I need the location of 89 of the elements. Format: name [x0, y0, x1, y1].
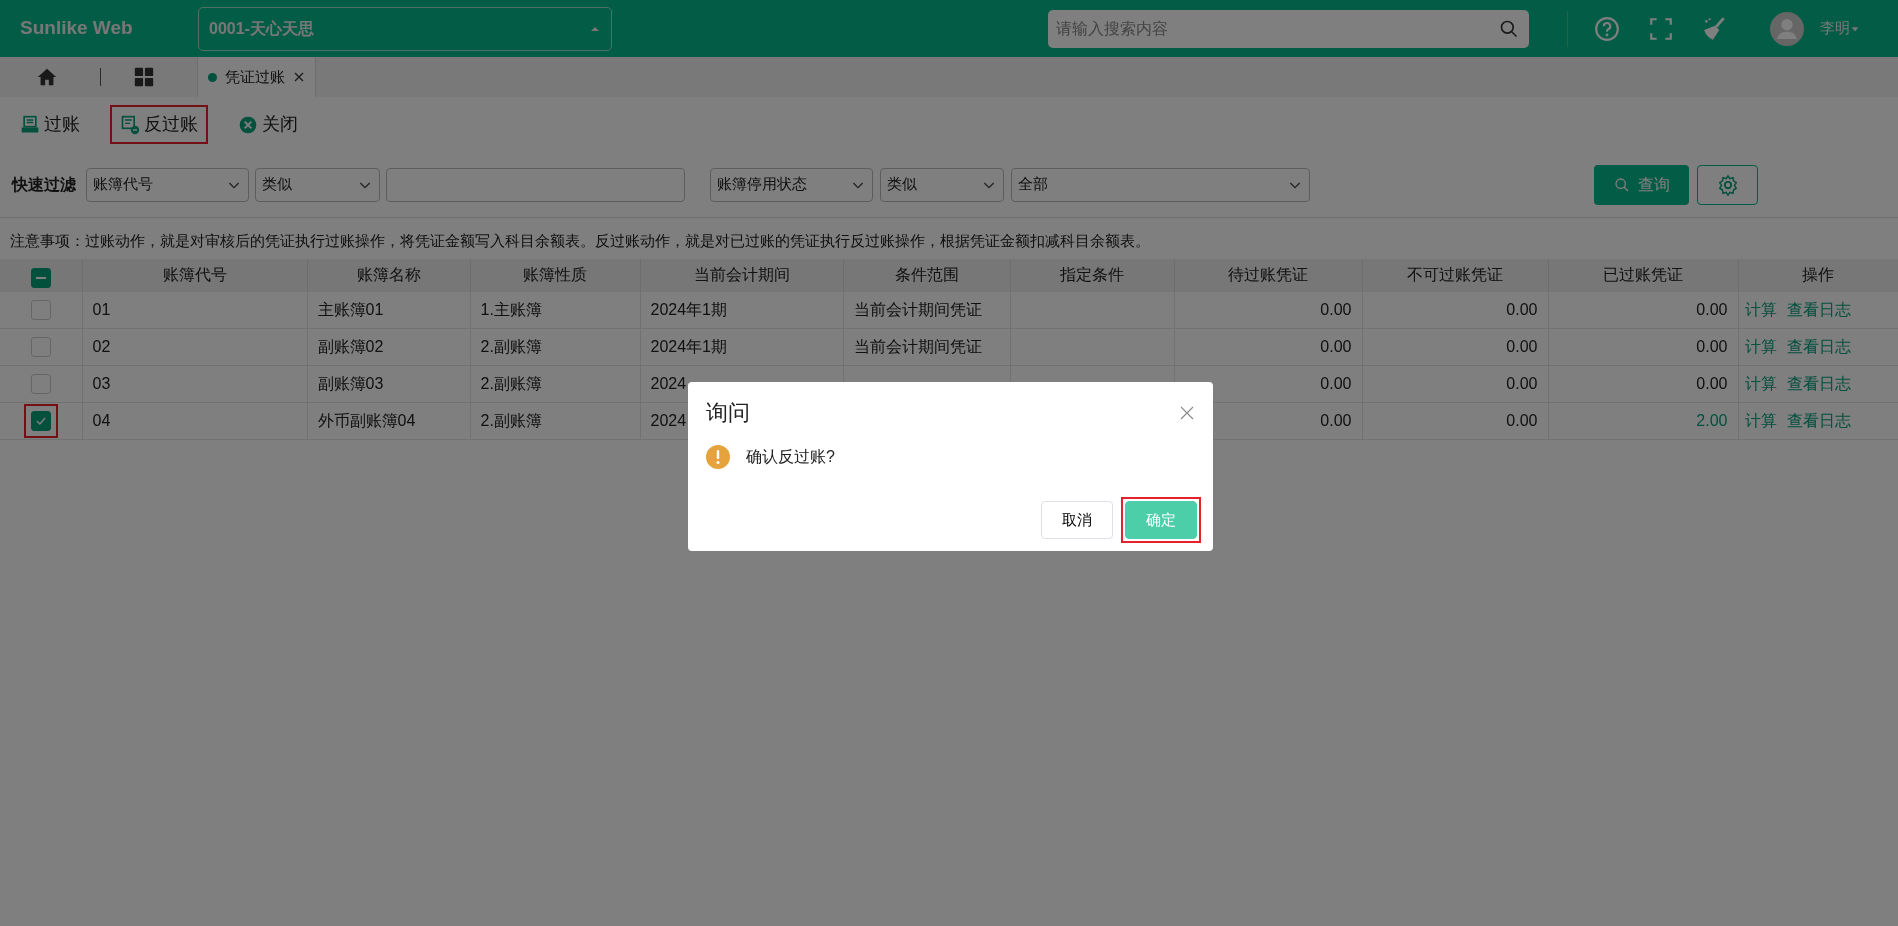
avatar-icon[interactable]: [1770, 11, 1804, 46]
table-cell: 0.00: [1320, 375, 1352, 392]
action-link[interactable]: 计算: [1744, 375, 1777, 392]
action-link[interactable]: 计算: [1744, 412, 1777, 429]
close-icon[interactable]: [1179, 404, 1195, 421]
table-cell: 1.主账簿: [480, 300, 542, 318]
table-cell: 0.00: [1696, 300, 1728, 318]
document-icon: [20, 114, 40, 135]
close-icon: [238, 114, 258, 135]
select-field[interactable]: 类似: [255, 167, 380, 202]
settings-icon: [1716, 173, 1739, 196]
column-header: 已过账凭证: [1603, 266, 1683, 283]
select-field[interactable]: 全部: [1011, 167, 1310, 202]
select-field[interactable]: 账簿停用状态: [710, 167, 873, 202]
table-cell: 2.00: [1696, 412, 1728, 429]
company-select[interactable]: 0001-天心天思: [198, 6, 612, 51]
dialog-message: 确认反过账?: [746, 447, 835, 467]
action-link[interactable]: 查看日志: [1786, 375, 1851, 392]
table-cell: 2024年1期: [650, 300, 727, 318]
table-cell: 当前会计期间凭证: [853, 300, 982, 318]
column-header: 待过账凭证: [1228, 266, 1308, 283]
table-cell: 2024年1期: [650, 338, 727, 355]
column-header: 操作: [1802, 266, 1834, 283]
search-icon: [1613, 176, 1630, 193]
confirm-button[interactable]: 确定: [1125, 501, 1197, 539]
row-checkbox[interactable]: [30, 337, 51, 357]
warning-icon: [706, 445, 730, 469]
column-header: 当前会计期间: [693, 266, 790, 283]
table-cell: 副账簿02: [317, 338, 384, 355]
settings-button[interactable]: [1697, 164, 1758, 205]
filter-label: 快速过滤: [12, 174, 76, 195]
fullscreen-icon[interactable]: [1648, 15, 1674, 42]
input-field[interactable]: [386, 167, 685, 202]
table-cell: 副账簿03: [317, 375, 384, 392]
select-field[interactable]: 类似: [880, 167, 1004, 202]
toolbar-button[interactable]: 关闭: [228, 105, 308, 144]
page-tab[interactable]: 凭证过账: [197, 57, 316, 97]
toolbar-button[interactable]: 反过账: [110, 105, 208, 144]
grid-icon[interactable]: [133, 66, 155, 88]
row-checkbox[interactable]: [30, 299, 51, 320]
select-field[interactable]: 账簿代号: [86, 167, 249, 202]
column-header: 指定条件: [1060, 266, 1124, 283]
table-cell: 0.00: [1506, 300, 1538, 318]
dialog-title: 询问: [706, 399, 750, 427]
action-link[interactable]: 查看日志: [1786, 412, 1851, 429]
column-header: 不可过账凭证: [1407, 266, 1503, 283]
table-cell: 当前会计期间凭证: [853, 338, 982, 355]
table-cell: 2024: [650, 375, 687, 392]
action-link[interactable]: 查看日志: [1786, 338, 1851, 355]
table-cell: 2.副账簿: [480, 338, 542, 355]
action-link[interactable]: 查看日志: [1786, 300, 1851, 318]
table-cell: 0.00: [1696, 338, 1728, 355]
table-cell: 03: [92, 375, 111, 392]
table-cell: 0.00: [1506, 338, 1538, 355]
query-button[interactable]: 查询: [1594, 164, 1689, 205]
column-header: 账簿性质: [523, 266, 587, 283]
table-cell: 2.副账簿: [480, 412, 542, 429]
table-cell: 01: [92, 300, 111, 318]
logo-text: Sunlike Web: [19, 16, 134, 41]
column-header: 账簿代号: [162, 266, 227, 283]
table-cell: 2024: [650, 412, 687, 429]
cancel-button[interactable]: 取消: [1041, 501, 1113, 539]
help-icon[interactable]: [1594, 15, 1620, 42]
row-checkbox[interactable]: [30, 411, 51, 431]
column-header: 条件范围: [894, 266, 959, 283]
column-header: 账簿名称: [356, 266, 421, 283]
table-cell: 0.00: [1696, 375, 1728, 392]
action-link[interactable]: 计算: [1744, 300, 1777, 318]
table-cell: 外币副账簿04: [317, 412, 416, 429]
select-all-checkbox[interactable]: [30, 268, 51, 288]
row-checkbox[interactable]: [30, 374, 51, 394]
toolbar-button[interactable]: 过账: [10, 105, 90, 144]
table-cell: 0.00: [1320, 338, 1352, 355]
table-cell: 0.00: [1506, 412, 1538, 429]
table-cell: 02: [92, 338, 111, 355]
table-cell: 主账簿01: [317, 300, 384, 318]
table-cell: 04: [92, 412, 111, 429]
document-minus-icon: [120, 114, 140, 135]
action-link[interactable]: 计算: [1744, 338, 1777, 355]
status-dot: [208, 72, 217, 82]
search-field[interactable]: 请输入搜索内容: [1048, 9, 1529, 48]
table-cell: 2.副账簿: [480, 375, 542, 392]
user-menu[interactable]: 李明: [1820, 17, 1860, 40]
table-cell: 0.00: [1506, 375, 1538, 392]
close-icon[interactable]: [293, 71, 305, 83]
table-cell: 0.00: [1320, 300, 1352, 318]
notice-text: 注意事项：过账动作，就是对审核后的凭证执行过账操作，将凭证金额写入科目余额表。反过账动作，就是对已过账的凭证执行反过账操作，根据凭证金额扣减科目余额表。: [9, 231, 1151, 251]
home-icon[interactable]: [36, 66, 58, 88]
table-cell: 0.00: [1320, 412, 1352, 429]
